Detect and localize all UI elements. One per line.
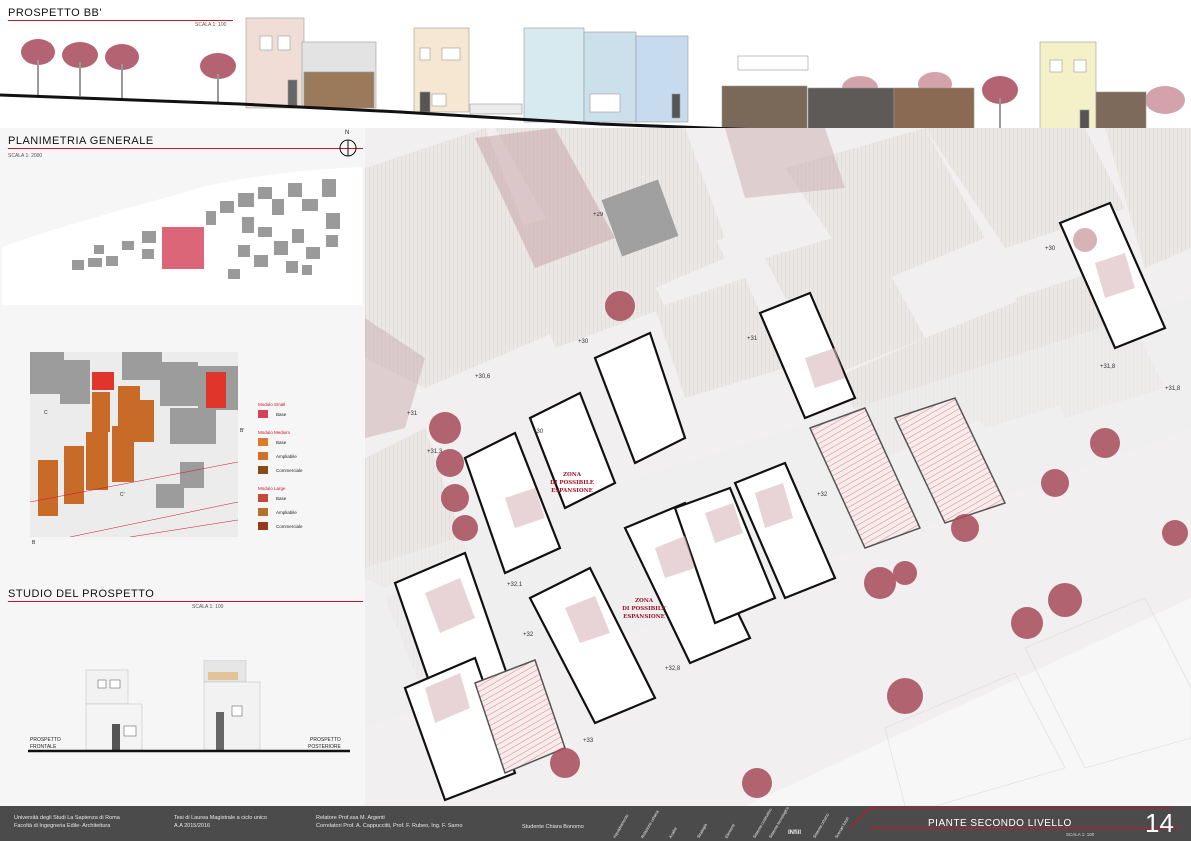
legend-item: Ampliabile xyxy=(258,508,363,516)
level-label: +33 xyxy=(583,738,594,744)
section-mark-c: C xyxy=(44,410,48,416)
expansion-label-line3: ESPANSIONE xyxy=(623,614,665,620)
north-arrow: N xyxy=(338,130,358,158)
level-label: +30 xyxy=(578,339,589,345)
level-label: +30,6 xyxy=(475,374,491,380)
label-prospetto-posteriore: PROSPETTO POSTERIORE xyxy=(308,737,341,751)
phase-label: Scenari futuri xyxy=(833,816,850,839)
footer-univ-line1: Università degli Studi La Sapienza di Ro… xyxy=(14,815,120,821)
level-label: +32,1 xyxy=(507,582,523,588)
legend-medium-title: Modulo Medium xyxy=(258,430,291,435)
footer-thesis: Tesi di Laurea Magistrale a ciclo unico … xyxy=(174,814,267,830)
label-back-line1: PROSPETTO xyxy=(310,737,341,743)
footer-correlatori: Correlatori Prof. A. Cappuccitti, Prof. … xyxy=(316,823,463,829)
section-mark-b: B xyxy=(32,540,36,546)
elevation-drawing xyxy=(0,17,1191,137)
level-label: +31,3 xyxy=(427,449,443,455)
phase-label: Elementi xyxy=(723,823,736,839)
footer-supervisors: Relatore Prof.ssa M. Argenti Correlatori… xyxy=(316,814,462,830)
footer-thesis-line2: A.A 2015/2016 xyxy=(174,823,211,829)
phase-label: Strategia xyxy=(695,822,709,839)
module-legend: Modulo Small Base Modulo Medium Base Amp… xyxy=(258,402,363,530)
legend-label: Commerciale xyxy=(276,523,303,529)
legend-large-title: Modulo Large xyxy=(258,486,286,491)
site-highlight xyxy=(162,227,204,269)
footer-relatore: Relatore Prof.ssa M. Argenti xyxy=(316,815,385,821)
planimetria-title: PLANIMETRIA GENERALE xyxy=(8,135,154,147)
level-label: +31,8 xyxy=(1100,364,1116,370)
elevation-houses xyxy=(245,17,1147,135)
legend-swatch xyxy=(258,494,268,502)
legend-swatch xyxy=(258,508,268,516)
level-label: +32 xyxy=(523,632,534,638)
prospetto-section: PROSPETTO BB' SCALA 1: 100 xyxy=(0,0,1191,140)
level-label: +31 xyxy=(747,336,758,342)
site-plan xyxy=(2,167,362,305)
level-label: +30 xyxy=(533,429,544,435)
legend-swatch xyxy=(258,438,268,446)
footer-univ-line2: Facoltà di Ingegneria Edile- Architettur… xyxy=(14,823,111,829)
legend-label: Commerciale xyxy=(276,467,303,473)
north-arrow-icon xyxy=(339,139,357,157)
legend-item: Commerciale xyxy=(258,522,363,530)
level-label: +32,8 xyxy=(665,666,681,672)
legend-small-title: Modulo Small xyxy=(258,402,286,407)
expansion-label-line2: DI POSSIBILE xyxy=(550,480,594,486)
planimetria-title-rule xyxy=(8,148,363,149)
main-floor-plan: +29 +30 +30 +30 +30,6 +31 +31 +31,3 +31,… xyxy=(365,128,1191,806)
phase-label-active: INfill xyxy=(788,830,801,836)
level-label: +31,8 xyxy=(1165,386,1181,392)
expansion-label-line2: DI POSSIBILE xyxy=(622,606,666,612)
studio-title-rule xyxy=(8,601,363,602)
legend-item: Commerciale xyxy=(258,466,363,474)
label-back-line2: POSTERIORE xyxy=(308,744,341,750)
legend-label: Base xyxy=(276,495,287,501)
level-label: +32 xyxy=(817,492,828,498)
phase-label: Relazione urbana xyxy=(639,809,660,839)
legend-label: Ampliabile xyxy=(276,453,297,459)
legend-swatch xyxy=(258,452,268,460)
level-label: +29 xyxy=(593,212,604,218)
phase-label: Inquadramento xyxy=(611,813,630,839)
legend-label: Ampliabile xyxy=(276,509,297,515)
legend-item: Base xyxy=(258,438,363,446)
label-front-line1: PROSPETTO xyxy=(30,737,61,743)
module-plan xyxy=(30,352,238,537)
footer-student: Studente Chiara Bonomo xyxy=(522,824,584,830)
studio-title: STUDIO DEL PROSPETTO xyxy=(8,588,155,600)
legend-item: Base xyxy=(258,494,363,502)
label-prospetto-frontale: PROSPETTO FRONTALE xyxy=(30,737,61,751)
footer: Università degli Studi La Sapienza di Ro… xyxy=(0,805,1191,841)
level-label: +31 xyxy=(407,411,418,417)
section-mark-b-prime: B' xyxy=(240,428,245,434)
legend-swatch xyxy=(258,466,268,474)
studio-scale: SCALA 1: 100 xyxy=(192,604,224,610)
planimetria-scale: SCALA 1: 2000 xyxy=(8,153,43,159)
legend-label: Base xyxy=(276,411,287,417)
expansion-label-line3: ESPANSIONE xyxy=(551,488,593,494)
legend-item: Base xyxy=(258,410,363,418)
sheet-title: PIANTE SECONDO LIVELLO xyxy=(928,818,1072,829)
north-label: N xyxy=(345,130,350,136)
footer-university: Università degli Studi La Sapienza di Ro… xyxy=(14,814,120,830)
sheet-number: 14 xyxy=(1145,808,1174,838)
level-label: +30 xyxy=(1045,246,1056,252)
legend-swatch xyxy=(258,410,268,418)
footer-thesis-line1: Tesi di Laurea Magistrale a ciclo unico xyxy=(174,815,267,821)
legend-label: Base xyxy=(276,439,287,445)
phase-label: Analisi xyxy=(667,826,678,839)
sheet-scale: SCALA 1: 100 xyxy=(1066,832,1095,837)
footer-phases: Inquadramento Relazione urbana Analisi S… xyxy=(611,805,862,841)
legend-swatch xyxy=(258,522,268,530)
expansion-label-line1: ZONA xyxy=(563,472,582,478)
section-mark-c-prime: C' xyxy=(120,492,125,498)
legend-item: Ampliabile xyxy=(258,452,363,460)
expansion-label-line1: ZONA xyxy=(635,598,654,604)
label-front-line2: FRONTALE xyxy=(30,744,57,750)
phase-label: Sistema urbano xyxy=(811,812,831,839)
